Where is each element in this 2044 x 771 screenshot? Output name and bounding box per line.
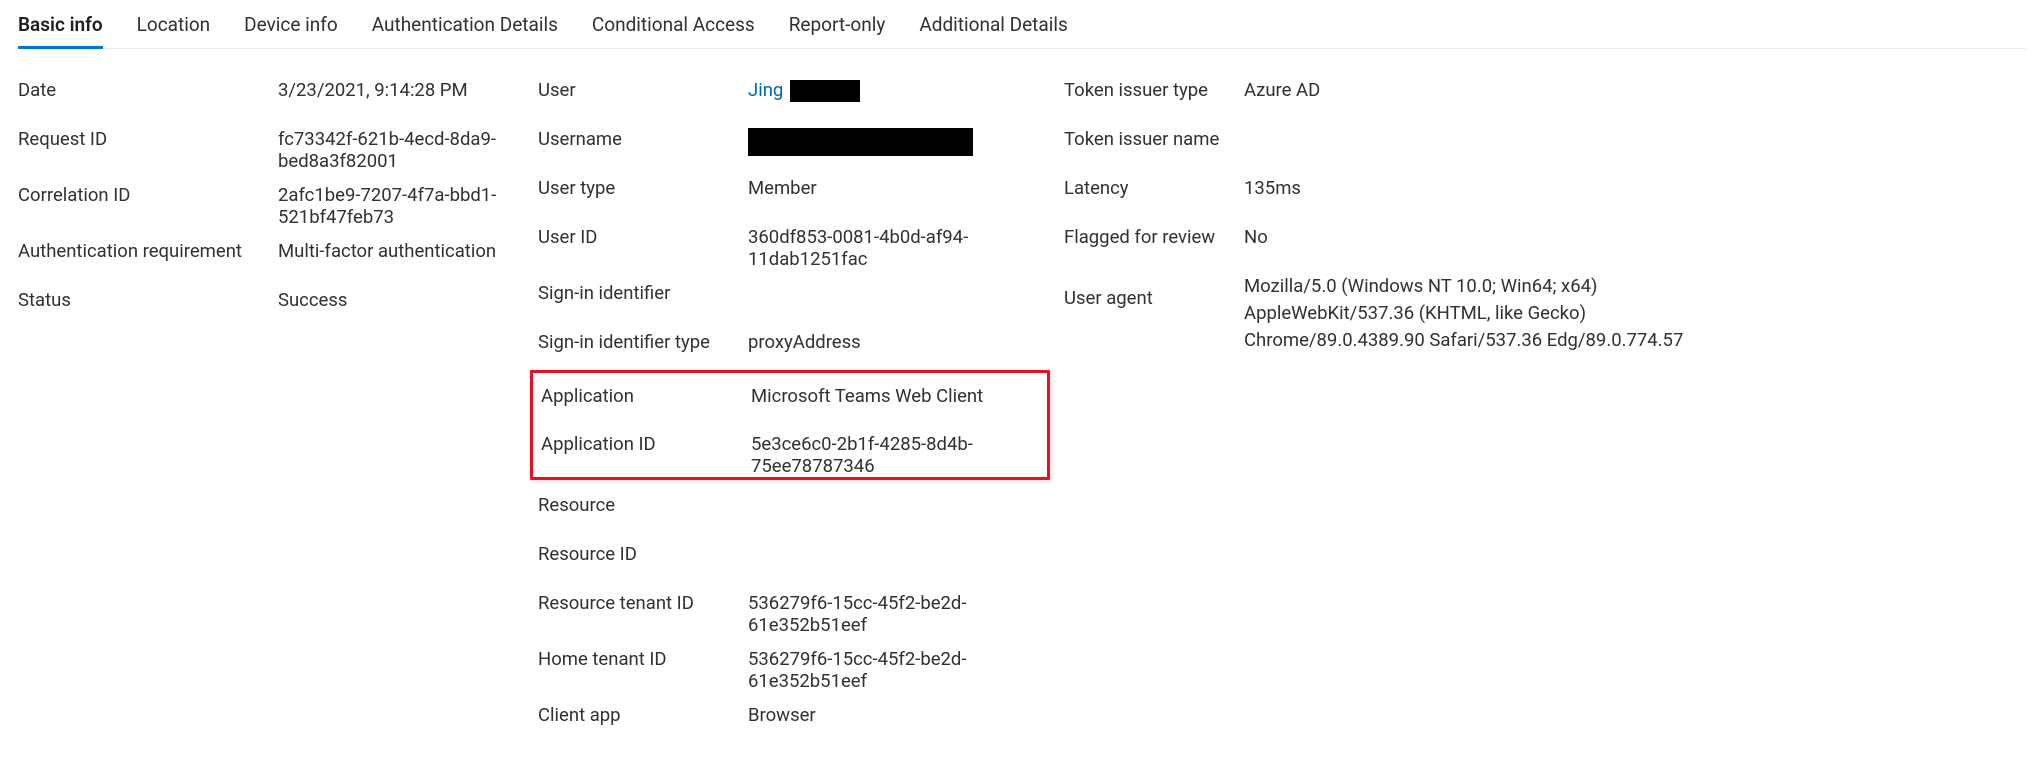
value-correlation-id: 2afc1be9-7207-4f7a-bbd1-521bf47feb73 <box>278 172 518 228</box>
highlight-application-section: Application Microsoft Teams Web Client A… <box>530 370 1050 480</box>
value-latency: 135ms <box>1244 165 1684 199</box>
link-user[interactable]: Jing <box>748 79 783 101</box>
label-client-app: Client app <box>538 692 748 726</box>
label-user-id: User ID <box>538 214 748 248</box>
value-status: Success <box>278 277 518 311</box>
tab-authentication-details[interactable]: Authentication Details <box>372 5 558 48</box>
label-status: Status <box>18 277 278 311</box>
label-signin-identifier-type: Sign-in identifier type <box>538 319 748 353</box>
column-user-app: User Jing Username User type Member User… <box>538 67 1044 741</box>
tab-additional-details[interactable]: Additional Details <box>919 5 1067 48</box>
tab-location[interactable]: Location <box>137 5 211 48</box>
tab-conditional-access[interactable]: Conditional Access <box>592 5 755 48</box>
column-token-agent: Token issuer type Azure AD Token issuer … <box>1064 67 1684 741</box>
label-application-id: Application ID <box>541 421 751 455</box>
value-home-tenant-id: 536279f6-15cc-45f2-be2d-61e352b51eef <box>748 636 1038 692</box>
label-resource-tenant-id: Resource tenant ID <box>538 580 748 614</box>
value-username <box>748 116 1038 156</box>
label-request-id: Request ID <box>18 116 278 150</box>
value-date: 3/23/2021, 9:14:28 PM <box>278 67 518 101</box>
value-user-agent: Mozilla/5.0 (Windows NT 10.0; Win64; x64… <box>1244 263 1684 353</box>
value-application-id: 5e3ce6c0-2b1f-4285-8d4b-75ee78787346 <box>751 421 1041 477</box>
label-home-tenant-id: Home tenant ID <box>538 636 748 670</box>
label-date: Date <box>18 67 278 101</box>
label-resource: Resource <box>538 482 748 516</box>
user-agent-line1: Mozilla/5.0 (Windows NT 10.0; Win64; x64… <box>1244 275 1597 297</box>
label-user-agent: User agent <box>1064 263 1244 309</box>
tabs-bar: Basic info Location Device info Authenti… <box>18 0 2026 49</box>
value-token-issuer-type: Azure AD <box>1244 67 1684 101</box>
user-agent-line2: AppleWebKit/537.36 (KHTML, like Gecko) <box>1244 302 1586 324</box>
value-user: Jing <box>748 67 1038 102</box>
redacted-username <box>748 128 973 156</box>
tab-report-only[interactable]: Report-only <box>789 5 886 48</box>
label-correlation-id: Correlation ID <box>18 172 278 206</box>
value-resource <box>748 482 1038 494</box>
value-user-id: 360df853-0081-4b0d-af94-11dab1251fac <box>748 214 1038 270</box>
value-application: Microsoft Teams Web Client <box>751 373 1041 407</box>
label-resource-id: Resource ID <box>538 531 748 565</box>
label-flagged-for-review: Flagged for review <box>1064 214 1244 248</box>
label-application: Application <box>541 373 751 407</box>
tab-basic-info[interactable]: Basic info <box>18 5 103 48</box>
value-token-issuer-name <box>1244 116 1684 128</box>
label-auth-requirement: Authentication requirement <box>18 228 278 262</box>
label-signin-identifier: Sign-in identifier <box>538 270 748 304</box>
value-request-id: fc73342f-621b-4ecd-8da9-bed8a3f82001 <box>278 116 518 172</box>
details-panel: Date 3/23/2021, 9:14:28 PM Request ID fc… <box>18 49 2026 741</box>
value-flagged-for-review: No <box>1244 214 1684 248</box>
column-basic: Date 3/23/2021, 9:14:28 PM Request ID fc… <box>18 67 518 741</box>
value-resource-tenant-id: 536279f6-15cc-45f2-be2d-61e352b51eef <box>748 580 1038 636</box>
label-token-issuer-type: Token issuer type <box>1064 67 1244 101</box>
label-token-issuer-name: Token issuer name <box>1064 116 1244 150</box>
value-auth-requirement: Multi-factor authentication <box>278 228 518 262</box>
label-username: Username <box>538 116 748 150</box>
label-latency: Latency <box>1064 165 1244 199</box>
label-user-type: User type <box>538 165 748 199</box>
label-user: User <box>538 67 748 101</box>
value-signin-identifier-type: proxyAddress <box>748 319 1038 353</box>
tab-device-info[interactable]: Device info <box>244 5 338 48</box>
value-client-app: Browser <box>748 692 1038 726</box>
redacted-user-surname <box>790 80 860 102</box>
value-resource-id <box>748 531 1038 543</box>
user-agent-line3: Chrome/89.0.4389.90 Safari/537.36 Edg/89… <box>1244 329 1683 351</box>
value-user-type: Member <box>748 165 1038 199</box>
value-signin-identifier <box>748 270 1038 282</box>
